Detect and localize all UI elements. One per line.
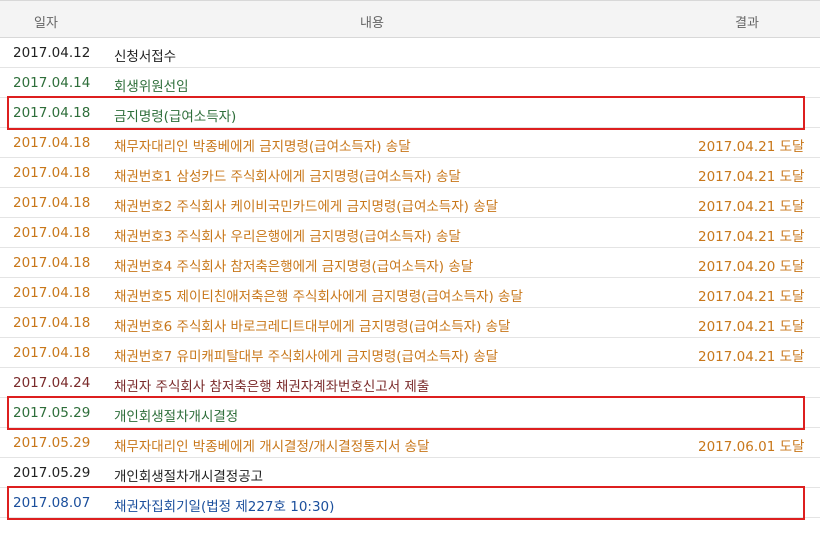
row-result: 2017.04.21 도달 xyxy=(698,289,805,305)
table-row: 2017.05.29 채무자대리인 박종베에게 개시결정/개시결정통지서 송달 20… xyxy=(0,428,820,458)
table-row: 2017.04.18 채권번호2 주식회사 케이비국민카드에게 금지명령(급여소득… xyxy=(0,188,820,218)
row-date: 2017.04.12 xyxy=(13,45,91,61)
row-date: 2017.04.18 xyxy=(13,195,91,211)
row-result: 2017.04.21 도달 xyxy=(698,169,805,185)
table-row: 2017.04.18 채권번호7 유미캐피탈대부 주식회사에게 금지명령(급여소득… xyxy=(0,338,820,368)
row-content: 채무자대리인 박종베에게 금지명령(급여소득자) 송달 xyxy=(114,139,411,155)
row-date: 2017.04.14 xyxy=(13,75,91,91)
row-date: 2017.04.18 xyxy=(13,135,91,151)
row-date: 2017.04.18 xyxy=(13,105,91,121)
row-date: 2017.05.29 xyxy=(13,465,91,481)
table-header: 일자 내용 결과 xyxy=(0,0,820,38)
row-result: 2017.06.01 도달 xyxy=(698,439,805,455)
row-date: 2017.08.07 xyxy=(13,495,91,511)
row-date: 2017.04.18 xyxy=(13,285,91,301)
table-row: 2017.04.18 채권번호6 주식회사 바로크레디트대부에게 금지명령(급여소… xyxy=(0,308,820,338)
row-content: 채권자집회기일(법정 제227호 10:30) xyxy=(114,499,335,515)
table-row: 2017.04.18 금지명령(급여소득자) xyxy=(0,98,820,128)
header-result: 결과 xyxy=(735,16,759,31)
row-content: 채권번호2 주식회사 케이비국민카드에게 금지명령(급여소득자) 송달 xyxy=(114,199,499,215)
row-content: 개인회생절차개시결정 xyxy=(114,409,239,425)
row-content: 채권번호1 삼성카드 주식회사에게 금지명령(급여소득자) 송달 xyxy=(114,169,461,185)
header-content: 내용 xyxy=(360,16,384,31)
row-content: 채권번호6 주식회사 바로크레디트대부에게 금지명령(급여소득자) 송달 xyxy=(114,319,511,335)
row-content: 신청서접수 xyxy=(114,49,177,65)
row-content: 금지명령(급여소득자) xyxy=(114,109,237,125)
row-date: 2017.04.18 xyxy=(13,255,91,271)
table-row: 2017.04.18 채권번호1 삼성카드 주식회사에게 금지명령(급여소득자) … xyxy=(0,158,820,188)
row-result: 2017.04.20 도달 xyxy=(698,259,805,275)
row-date: 2017.04.18 xyxy=(13,225,91,241)
row-date: 2017.05.29 xyxy=(13,405,91,421)
row-date: 2017.04.18 xyxy=(13,345,91,361)
table-row: 2017.08.07 채권자집회기일(법정 제227호 10:30) xyxy=(0,488,820,518)
row-content: 채무자대리인 박종베에게 개시결정/개시결정통지서 송달 xyxy=(114,439,430,455)
row-result: 2017.04.21 도달 xyxy=(698,349,805,365)
table-row: 2017.04.14 회생위원선임 xyxy=(0,68,820,98)
row-content: 채권번호7 유미캐피탈대부 주식회사에게 금지명령(급여소득자) 송달 xyxy=(114,349,499,365)
row-result: 2017.04.21 도달 xyxy=(698,319,805,335)
table-row: 2017.04.18 채권번호5 제이티친애저축은행 주식회사에게 금지명령(급여… xyxy=(0,278,820,308)
table-row: 2017.04.24 채권자 주식회사 참저축은행 채권자계좌번호신고서 제출 xyxy=(0,368,820,398)
row-content: 채권번호5 제이티친애저축은행 주식회사에게 금지명령(급여소득자) 송달 xyxy=(114,289,523,305)
row-content: 채권번호4 주식회사 참저축은행에게 금지명령(급여소득자) 송달 xyxy=(114,259,474,275)
row-date: 2017.04.18 xyxy=(13,165,91,181)
table-row: 2017.04.18 채권번호4 주식회사 참저축은행에게 금지명령(급여소득자)… xyxy=(0,248,820,278)
table-row: 2017.04.18 채무자대리인 박종베에게 금지명령(급여소득자) 송달 201… xyxy=(0,128,820,158)
table-row: 2017.05.29 개인회생절차개시결정 xyxy=(0,398,820,428)
row-date: 2017.04.24 xyxy=(13,375,91,391)
row-content: 채권자 주식회사 참저축은행 채권자계좌번호신고서 제출 xyxy=(114,379,430,395)
table-row: 2017.04.12 신청서접수 xyxy=(0,38,820,68)
row-content: 회생위원선임 xyxy=(114,79,189,95)
row-content: 채권번호3 주식회사 우리은행에게 금지명령(급여소득자) 송달 xyxy=(114,229,461,245)
row-result: 2017.04.21 도달 xyxy=(698,139,805,155)
row-content: 개인회생절차개시결정공고 xyxy=(114,469,264,485)
header-date: 일자 xyxy=(34,16,58,31)
row-result: 2017.04.21 도달 xyxy=(698,229,805,245)
table-row: 2017.04.18 채권번호3 주식회사 우리은행에게 금지명령(급여소득자) … xyxy=(0,218,820,248)
row-date: 2017.05.29 xyxy=(13,435,91,451)
row-result: 2017.04.21 도달 xyxy=(698,199,805,215)
table-row: 2017.05.29 개인회생절차개시결정공고 xyxy=(0,458,820,488)
row-date: 2017.04.18 xyxy=(13,315,91,331)
